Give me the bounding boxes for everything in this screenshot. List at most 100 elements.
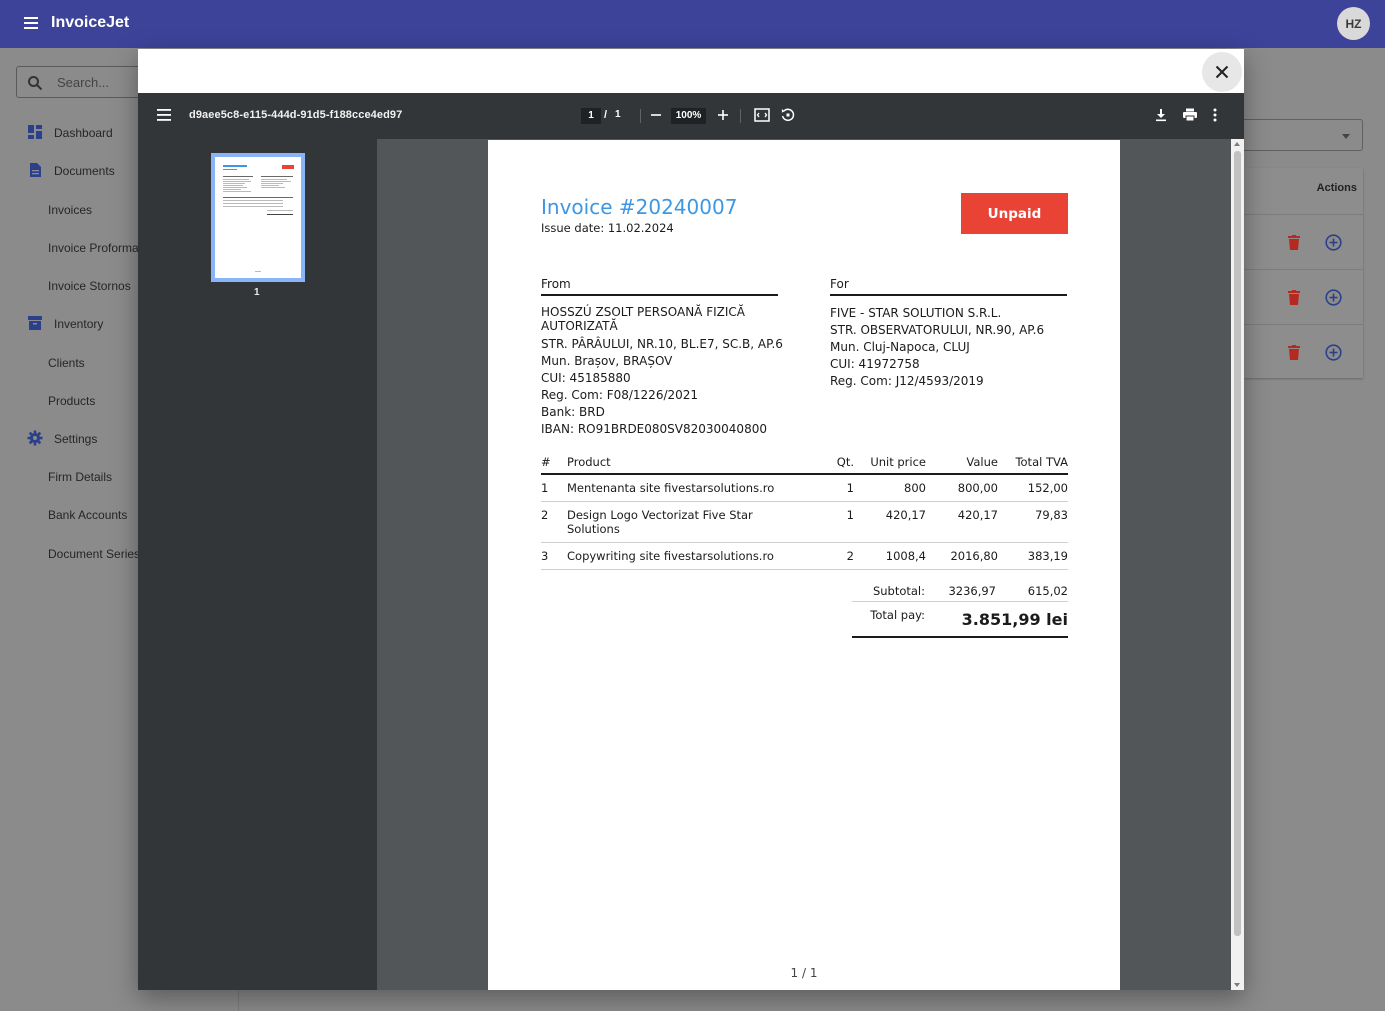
actions-header: Actions <box>1316 182 1357 194</box>
table-cell: Mentenanta site fivestarsolutions.ro <box>567 474 821 502</box>
gear-icon <box>27 430 43 446</box>
subtotal-label: Subtotal: <box>872 584 925 598</box>
scrollbar[interactable] <box>1231 139 1244 990</box>
zoom-out-icon[interactable] <box>650 108 662 122</box>
app-title[interactable]: InvoiceJet <box>51 14 129 32</box>
menu-icon[interactable] <box>22 14 40 32</box>
toolbar-divider <box>640 109 641 123</box>
for-block: For FIVE - STAR SOLUTION S.R.L. STR. OBS… <box>830 276 1067 390</box>
documents-table: Actions <box>1244 168 1363 378</box>
for-line: FIVE - STAR SOLUTION S.R.L. <box>830 306 1002 320</box>
thumbnail-preview <box>223 165 294 272</box>
toolbar-divider <box>740 109 741 123</box>
print-icon[interactable] <box>1182 108 1198 122</box>
status-badge: Unpaid <box>961 193 1068 234</box>
column-header: Unit price <box>854 453 926 475</box>
from-line: CUI: 45185880 <box>541 371 631 385</box>
fit-page-icon[interactable] <box>754 108 770 122</box>
page-thumbnail[interactable] <box>211 153 305 282</box>
table-row <box>1244 214 1363 269</box>
table-row <box>1244 269 1363 324</box>
document-icon <box>30 163 41 177</box>
table-cell: 383,19 <box>998 542 1068 570</box>
table-cell: 2016,80 <box>926 542 998 570</box>
table-cell: 79,83 <box>998 501 1068 543</box>
sidebar-toggle-icon[interactable] <box>157 109 171 121</box>
subtotal-value: 3236,97 <box>948 584 996 598</box>
table-cell: 2 <box>821 542 854 570</box>
table-cell: Copywriting site fivestarsolutions.ro <box>567 542 821 570</box>
from-block: From HOSSZÚ ZSOLT PERSOANĂ FIZICĂ AUTORI… <box>541 276 783 438</box>
from-line: Bank: BRD <box>541 405 605 419</box>
rotate-icon[interactable] <box>780 107 796 123</box>
sidebar-item-label: Clients <box>48 356 85 370</box>
scroll-up-icon[interactable] <box>1234 142 1240 146</box>
page-number-input[interactable]: 1 <box>581 108 601 124</box>
pdf-filename: d9aee5c8-e115-444d-91d5-f188cce4ed97 <box>189 109 403 121</box>
column-header: # <box>541 453 567 475</box>
add-circle-icon[interactable] <box>1325 289 1342 306</box>
dashboard-icon <box>28 125 42 139</box>
scrollbar-thumb[interactable] <box>1234 151 1241 936</box>
table-cell: 800,00 <box>926 474 998 502</box>
total-value: 3.851,99 lei <box>961 610 1068 629</box>
search-placeholder: Search... <box>57 75 110 90</box>
table-cell: 1008,4 <box>854 542 926 570</box>
inventory-icon <box>28 316 42 330</box>
more-options-icon[interactable] <box>1213 108 1217 122</box>
column-header: Total TVA <box>998 453 1068 475</box>
divider <box>238 990 239 1011</box>
search-input[interactable]: Search... <box>16 66 156 98</box>
thumbnail-panel: 1 <box>138 139 377 990</box>
table-row: 1 Mentenanta site fivestarsolutions.ro 1… <box>541 474 1068 502</box>
zoom-in-icon[interactable] <box>717 108 729 122</box>
table-cell: 152,00 <box>998 474 1068 502</box>
for-line: Mun. Cluj-Napoca, CLUJ <box>830 340 970 354</box>
for-line: STR. OBSERVATORULUI, NR.90, AP.6 <box>830 323 1045 337</box>
close-icon <box>1215 65 1229 79</box>
table-cell: 2 <box>541 501 567 543</box>
sidebar-item-label: Settings <box>54 432 98 446</box>
page-total: 1 <box>615 109 621 120</box>
pdf-page: Invoice #20240007 Issue date: 11.02.2024… <box>488 140 1120 990</box>
add-circle-icon[interactable] <box>1325 344 1342 361</box>
from-line: STR. PÂRÂULUI, NR.10, BL.E7, SC.B, AP.6 <box>541 337 783 351</box>
invoice-title: Invoice #20240007 <box>541 195 738 219</box>
table-row: 2 Design Logo Vectorizat Five Star Solut… <box>541 501 1068 543</box>
page-footer: 1 / 1 <box>790 966 818 980</box>
sidebar-item-label: Documents <box>54 164 115 178</box>
series-select[interactable] <box>1244 119 1363 151</box>
add-circle-icon[interactable] <box>1325 234 1342 251</box>
page-separator: / <box>604 109 608 121</box>
download-icon[interactable] <box>1154 108 1168 122</box>
table-cell: 800 <box>854 474 926 502</box>
chevron-down-icon <box>1342 134 1350 139</box>
close-button[interactable] <box>1202 52 1242 92</box>
issue-date-value: 11.02.2024 <box>607 221 674 235</box>
issue-date: Issue date: 11.02.2024 <box>541 221 674 235</box>
for-heading: For <box>830 276 1067 296</box>
table-cell: Design Logo Vectorizat Five Star Solutio… <box>567 501 821 543</box>
table-header-row: # Product Qt. Unit price Value Total TVA <box>541 453 1068 475</box>
delete-icon[interactable] <box>1288 235 1300 250</box>
from-name: HOSSZÚ ZSOLT PERSOANĂ FIZICĂ AUTORIZATĂ <box>541 305 745 333</box>
delete-icon[interactable] <box>1288 290 1300 305</box>
for-line: CUI: 41972758 <box>830 357 920 371</box>
avatar[interactable]: HZ <box>1337 7 1370 40</box>
issue-date-label: Issue date: <box>541 221 605 235</box>
total-label: Total pay: <box>870 608 925 622</box>
pdf-toolbar: d9aee5c8-e115-444d-91d5-f188cce4ed97 1 /… <box>138 93 1244 139</box>
table-row <box>1244 324 1363 379</box>
app-bar: InvoiceJet HZ <box>0 0 1385 48</box>
delete-icon[interactable] <box>1288 345 1300 360</box>
zoom-input[interactable]: 100% <box>671 108 706 124</box>
scroll-down-icon[interactable] <box>1234 983 1240 987</box>
sidebar-item-label: Document Series <box>48 547 141 561</box>
sidebar-item-label: Firm Details <box>48 470 113 484</box>
table-row: 3 Copywriting site fivestarsolutions.ro … <box>541 542 1068 570</box>
totals-block: Subtotal: 3236,97 615,02 Total pay: 3.85… <box>852 574 1068 638</box>
sidebar-item-label: Invoice Stornos <box>48 279 131 293</box>
items-table: # Product Qt. Unit price Value Total TVA… <box>541 453 1068 570</box>
column-header: Product <box>567 453 821 475</box>
pdf-modal: d9aee5c8-e115-444d-91d5-f188cce4ed97 1 /… <box>138 49 1244 990</box>
